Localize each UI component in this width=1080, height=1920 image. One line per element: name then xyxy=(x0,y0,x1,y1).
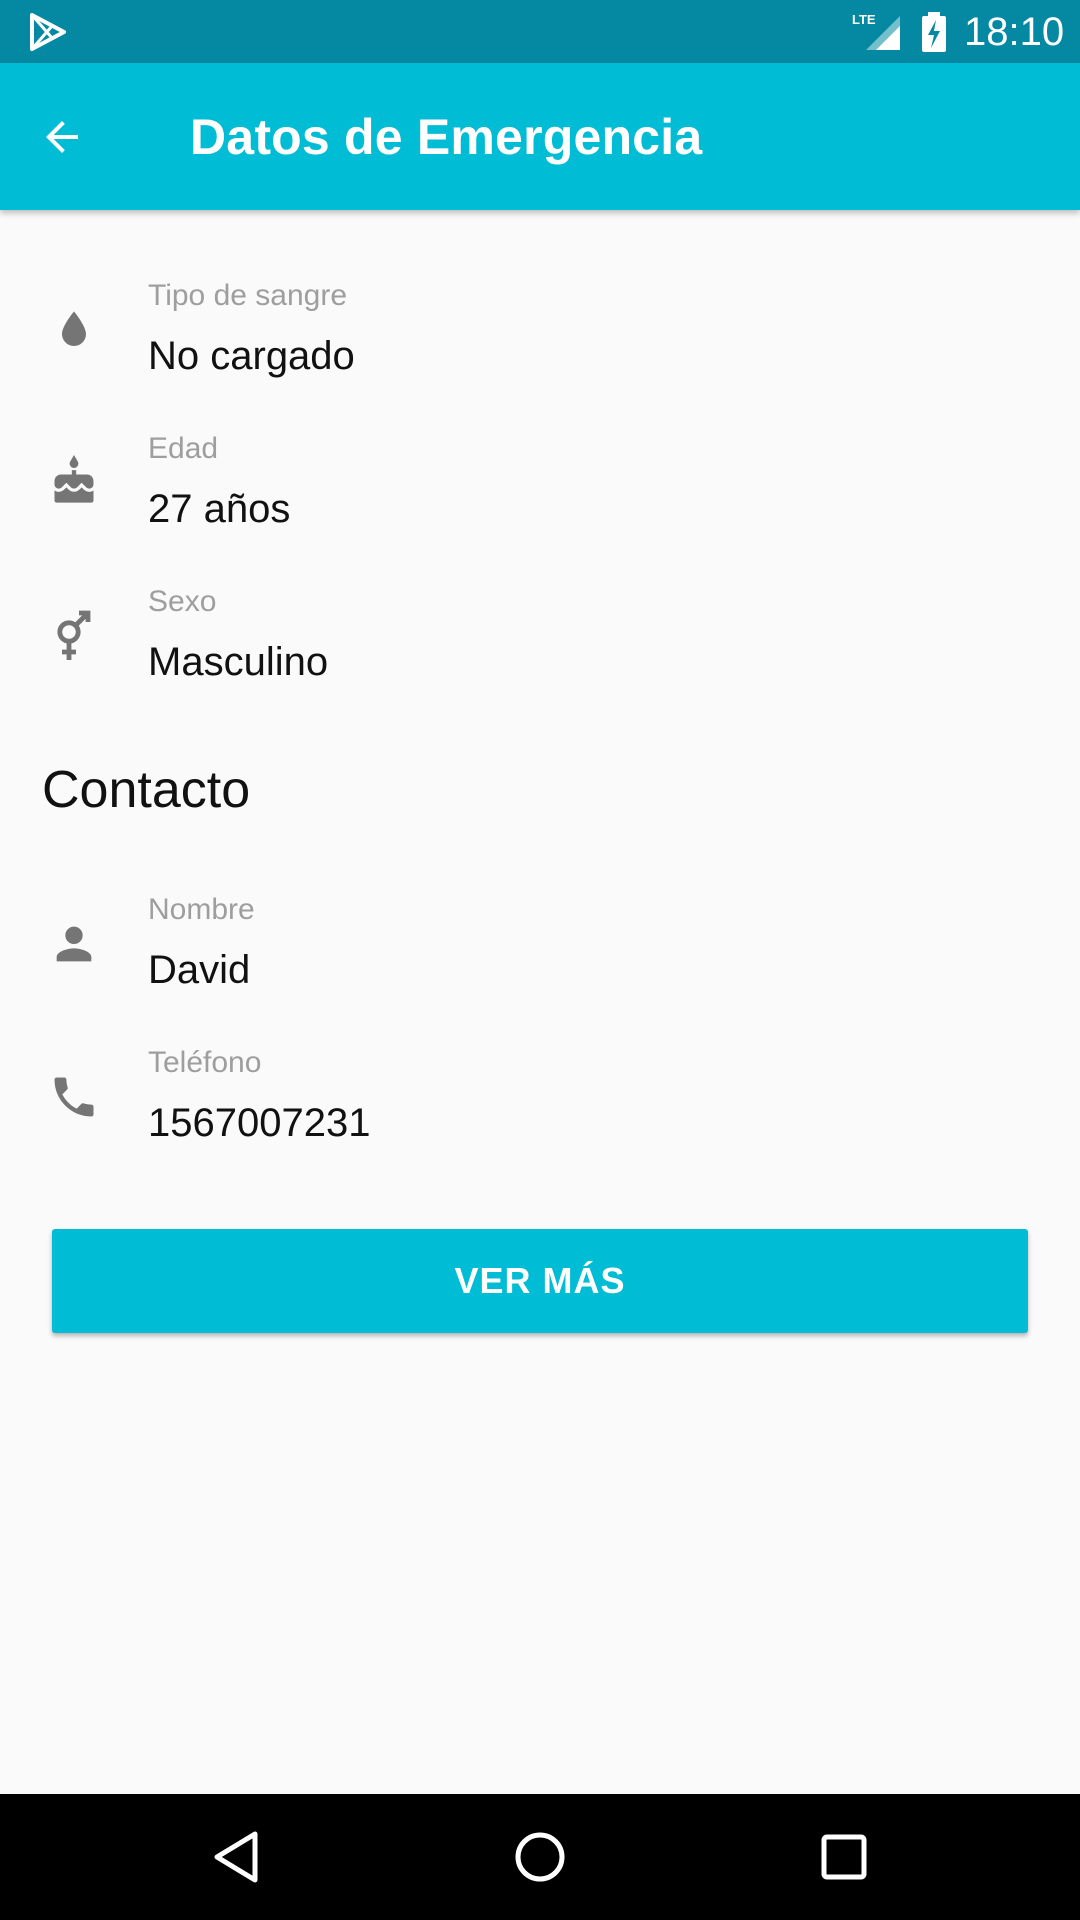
nav-recents-icon xyxy=(821,1834,867,1880)
list-item-contact-name: Nombre David xyxy=(0,884,1080,1014)
nav-home-icon xyxy=(515,1832,565,1882)
nav-back-button[interactable] xyxy=(206,1827,266,1887)
field-value: 27 años xyxy=(148,487,291,531)
lte-signal-icon: LTE xyxy=(852,12,900,50)
field-label: Nombre xyxy=(148,893,255,926)
ver-mas-button-label: VER MÁS xyxy=(454,1260,626,1301)
list-item-age: Edad 27 años xyxy=(0,423,1080,553)
play-store-icon xyxy=(30,13,66,51)
field-label: Tipo de sangre xyxy=(148,279,348,312)
arrow-back-icon xyxy=(46,121,78,153)
gender-icon xyxy=(44,606,104,666)
ver-mas-button[interactable]: VER MÁS xyxy=(52,1229,1028,1333)
field-value: David xyxy=(148,948,251,992)
navigation-bar xyxy=(0,1794,1080,1920)
field-value: Masculino xyxy=(148,640,329,684)
app-bar: Datos de Emergencia xyxy=(0,63,1080,210)
status-bar: LTE 18:10 xyxy=(0,0,1080,63)
back-button[interactable] xyxy=(30,105,94,169)
field-label: Edad xyxy=(148,432,219,465)
blood-drop-icon xyxy=(44,300,104,360)
nav-home-button[interactable] xyxy=(510,1827,570,1887)
phone-icon xyxy=(44,1067,104,1127)
field-value: No cargado xyxy=(148,334,355,378)
nav-recents-button[interactable] xyxy=(814,1827,874,1887)
list-item-sex: Sexo Masculino xyxy=(0,576,1080,706)
page-title: Datos de Emergencia xyxy=(190,109,703,165)
field-label: Sexo xyxy=(148,585,217,618)
battery-charging-icon xyxy=(922,12,946,52)
field-value: 1567007231 xyxy=(148,1101,371,1145)
list-item-contact-phone: Teléfono 1567007231 xyxy=(0,1037,1080,1167)
section-heading-contact: Contacto xyxy=(42,761,251,819)
nav-back-icon xyxy=(214,1831,258,1883)
status-clock: 18:10 xyxy=(964,10,1065,54)
field-label: Teléfono xyxy=(148,1046,262,1079)
cake-icon xyxy=(44,451,104,511)
person-icon xyxy=(44,914,104,974)
svg-text:LTE: LTE xyxy=(852,12,876,27)
list-item-blood-type: Tipo de sangre No cargado xyxy=(0,270,1080,400)
